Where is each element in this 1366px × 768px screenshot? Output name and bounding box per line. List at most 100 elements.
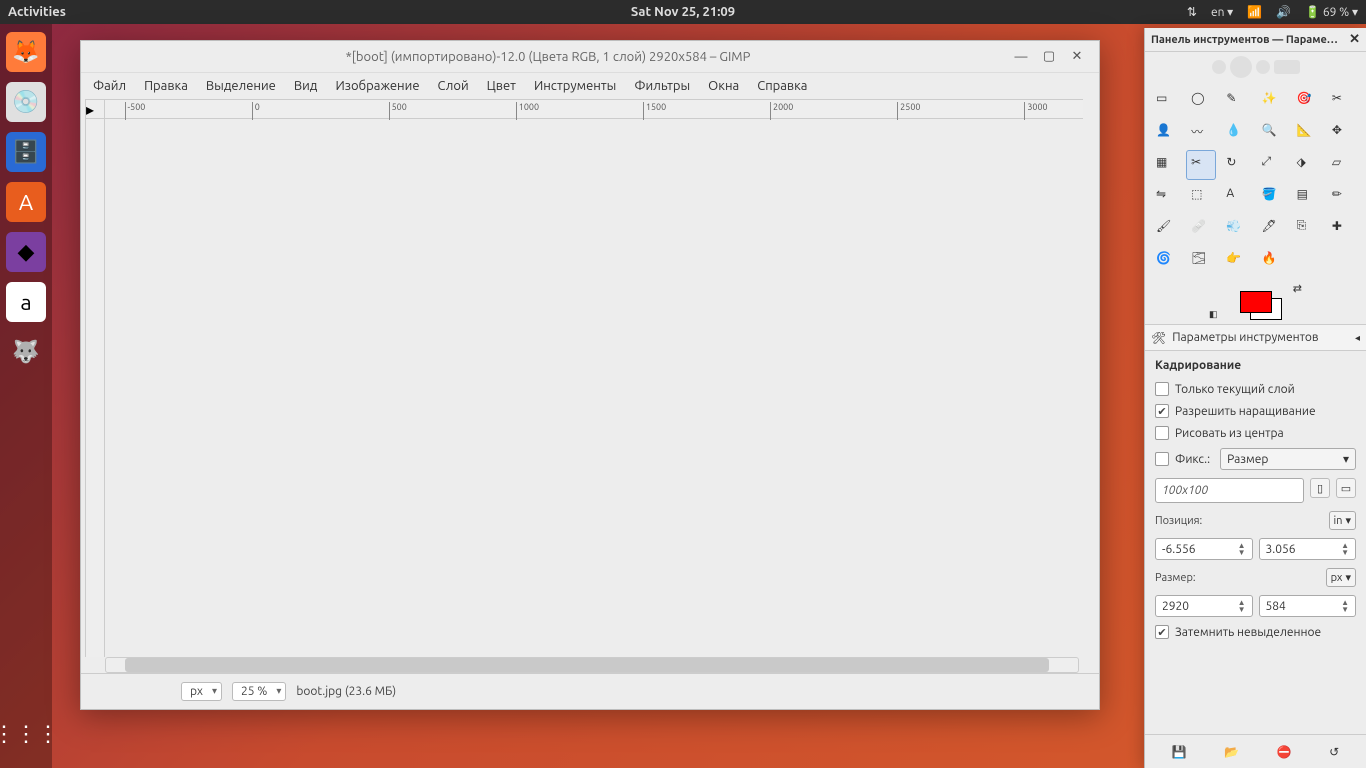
swap-colors-icon[interactable]: ⇄ xyxy=(1293,282,1302,295)
language-indicator[interactable]: en ▾ xyxy=(1211,5,1233,19)
tool-options-tab[interactable]: 🛠 Параметры инструментов ◂ xyxy=(1145,325,1366,351)
portrait-icon[interactable]: ▯ xyxy=(1310,478,1330,498)
wifi-icon[interactable]: 📶 xyxy=(1247,5,1262,19)
menu-image[interactable]: Изображение xyxy=(335,79,419,93)
ruler-vertical[interactable] xyxy=(85,119,105,657)
position-y-input[interactable]: 3.056▲▼ xyxy=(1259,538,1357,560)
reset-preset-icon[interactable]: ↺ xyxy=(1329,745,1339,759)
delete-preset-icon[interactable]: ⛔ xyxy=(1277,745,1292,759)
launcher-store[interactable]: ◆ xyxy=(6,232,46,272)
tool-zoom[interactable]: 🔍 xyxy=(1257,118,1287,148)
tool-scale[interactable]: ⤢ xyxy=(1257,150,1287,180)
launcher-gimp[interactable]: 🐺 xyxy=(6,332,46,372)
menu-windows[interactable]: Окна xyxy=(708,79,739,93)
battery-indicator[interactable]: 🔋 69 % ▾ xyxy=(1305,5,1358,19)
tool-crop[interactable]: ✂ xyxy=(1186,150,1216,180)
restore-preset-icon[interactable]: 📂 xyxy=(1224,745,1239,759)
tool-paintbrush[interactable]: 🖌 xyxy=(1151,214,1181,244)
tool-foreground[interactable]: 👤 xyxy=(1151,118,1181,148)
tool-rotate[interactable]: ↻ xyxy=(1221,150,1251,180)
tool-text[interactable]: A xyxy=(1221,182,1251,212)
menu-filters[interactable]: Фильтры xyxy=(634,79,690,93)
checkbox-icon[interactable]: ✔ xyxy=(1155,625,1169,639)
fixed-size-input[interactable]: 100x100 xyxy=(1155,478,1304,503)
tool-clone[interactable]: ⎘ xyxy=(1292,214,1322,244)
menu-layer[interactable]: Слой xyxy=(438,79,469,93)
default-colors-icon[interactable]: ◧ xyxy=(1209,309,1218,320)
checkbox-icon[interactable]: ✔ xyxy=(1155,404,1169,418)
tool-fuzzy-select[interactable]: ✨ xyxy=(1257,86,1287,116)
volume-icon[interactable]: 🔊 xyxy=(1276,5,1291,19)
menu-color[interactable]: Цвет xyxy=(487,79,516,93)
position-unit-combo[interactable]: in ▾ xyxy=(1329,511,1357,530)
tool-bucket[interactable]: 🪣 xyxy=(1257,182,1287,212)
menu-select[interactable]: Выделение xyxy=(206,79,276,93)
position-x-input[interactable]: -6.556▲▼ xyxy=(1155,538,1253,560)
toolbox-close-icon[interactable]: ✕ xyxy=(1349,32,1360,47)
tool-eraser[interactable]: 🩹 xyxy=(1186,214,1216,244)
launcher-software[interactable]: A xyxy=(6,182,46,222)
tool-perspective[interactable]: ▱ xyxy=(1327,150,1357,180)
launcher-files[interactable]: 🗄️ xyxy=(6,132,46,172)
tool-flip[interactable]: ⇋ xyxy=(1151,182,1181,212)
tool-heal[interactable]: ✚ xyxy=(1327,214,1357,244)
size-unit-combo[interactable]: px ▾ xyxy=(1326,568,1356,587)
expand-icon[interactable]: ◂ xyxy=(1355,332,1360,344)
ruler-corner[interactable]: ▸ xyxy=(85,99,105,119)
tool-ellipse-select[interactable]: ◯ xyxy=(1186,86,1216,116)
tool-airbrush[interactable]: 💨 xyxy=(1221,214,1251,244)
tool-free-select[interactable]: ✎ xyxy=(1221,86,1251,116)
highlight-option[interactable]: ✔ Затемнить невыделенное xyxy=(1155,625,1356,639)
size-w-input[interactable]: 2920▲▼ xyxy=(1155,595,1253,617)
tool-scissors[interactable]: ✂ xyxy=(1327,86,1357,116)
tool-perspective-clone[interactable]: 🌀 xyxy=(1151,246,1181,276)
tool-color-picker[interactable]: 💧 xyxy=(1221,118,1251,148)
dropbox-icon[interactable]: ⇅ xyxy=(1187,5,1197,19)
tool-rect-select[interactable]: ▭ xyxy=(1151,86,1181,116)
tool-blur[interactable]: 🌫 xyxy=(1186,246,1216,276)
activities-button[interactable]: Activities xyxy=(8,5,66,19)
launcher-disks[interactable]: 💿 xyxy=(6,82,46,122)
checkbox-icon[interactable] xyxy=(1155,382,1169,396)
menu-tools[interactable]: Инструменты xyxy=(534,79,616,93)
allow-growing-option[interactable]: ✔ Разрешить наращивание xyxy=(1155,404,1356,418)
tool-align[interactable]: ▦ xyxy=(1151,150,1181,180)
save-preset-icon[interactable]: 💾 xyxy=(1172,745,1187,759)
tool-pencil[interactable]: ✏ xyxy=(1327,182,1357,212)
show-applications[interactable]: ⋮⋮⋮ xyxy=(6,714,46,754)
minimize-button[interactable]: — xyxy=(1007,46,1035,68)
maximize-button[interactable]: ▢ xyxy=(1035,46,1063,68)
tool-measure[interactable]: 📐 xyxy=(1292,118,1322,148)
size-h-input[interactable]: 584▲▼ xyxy=(1259,595,1357,617)
tool-paths[interactable]: 〰 xyxy=(1186,118,1216,148)
tool-move[interactable]: ✥ xyxy=(1327,118,1357,148)
launcher-amazon[interactable]: a xyxy=(6,282,46,322)
horizontal-scrollbar[interactable] xyxy=(105,657,1079,673)
menu-help[interactable]: Справка xyxy=(757,79,807,93)
launcher-firefox[interactable]: 🦊 xyxy=(6,32,46,72)
menu-file[interactable]: Файл xyxy=(93,79,126,93)
window-titlebar[interactable]: *[boot] (импортировано)-12.0 (Цвета RGB,… xyxy=(81,41,1099,73)
foreground-color-swatch[interactable] xyxy=(1240,291,1272,313)
close-button[interactable]: ✕ xyxy=(1063,46,1091,68)
tool-cage[interactable]: ⬚ xyxy=(1186,182,1216,212)
tool-dodge[interactable]: 🔥 xyxy=(1257,246,1287,276)
zoom-selector[interactable]: 25 % xyxy=(232,682,286,701)
tool-shear[interactable]: ⬗ xyxy=(1292,150,1322,180)
tool-color-select[interactable]: 🎯 xyxy=(1292,86,1322,116)
checkbox-icon[interactable] xyxy=(1155,452,1169,466)
ruler-horizontal[interactable]: -500 0 500 1000 1500 2000 2500 3000 xyxy=(105,99,1083,119)
menu-view[interactable]: Вид xyxy=(294,79,318,93)
only-current-layer-option[interactable]: Только текущий слой xyxy=(1155,382,1356,396)
landscape-icon[interactable]: ▭ xyxy=(1336,478,1356,498)
toolbox-titlebar[interactable]: Панель инструментов — Параме… ✕ xyxy=(1145,28,1366,52)
tool-smudge[interactable]: 👉 xyxy=(1221,246,1251,276)
fixed-combo[interactable]: Размер▾ xyxy=(1220,448,1356,470)
draw-from-center-option[interactable]: Рисовать из центра xyxy=(1155,426,1356,440)
menu-edit[interactable]: Правка xyxy=(144,79,188,93)
tool-blend[interactable]: ▤ xyxy=(1292,182,1322,212)
clock[interactable]: Sat Nov 25, 21:09 xyxy=(631,5,735,19)
checkbox-icon[interactable] xyxy=(1155,426,1169,440)
tool-ink[interactable]: 🖋 xyxy=(1257,214,1287,244)
unit-selector[interactable]: px xyxy=(181,682,222,701)
